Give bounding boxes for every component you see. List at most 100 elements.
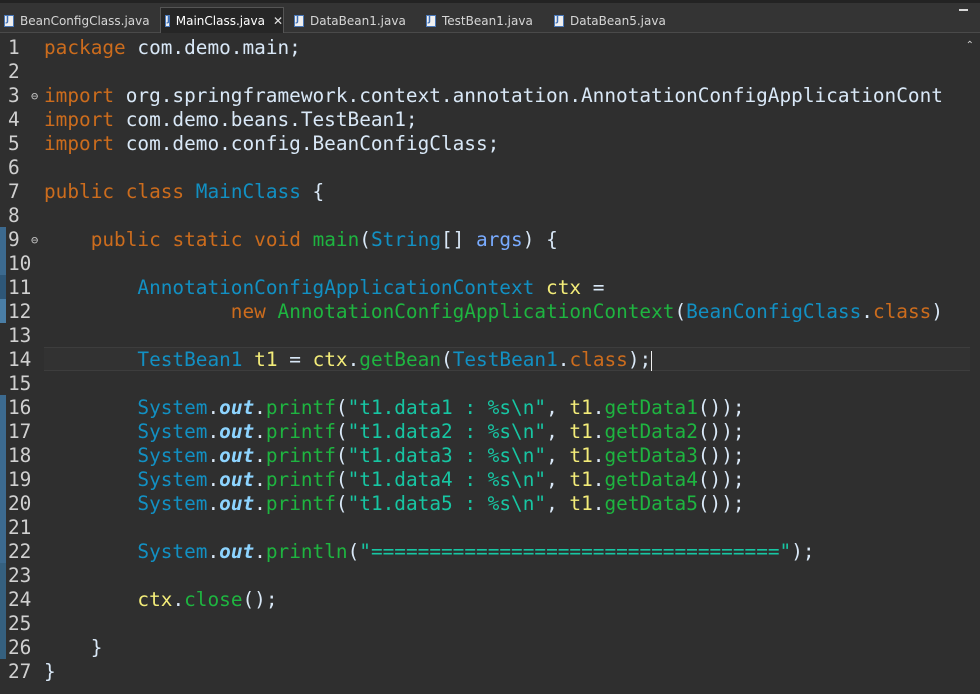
line-number: 20 — [8, 492, 32, 515]
code-text: System.out.printf("t1.data4 : %s\n", t1.… — [44, 468, 744, 492]
toolbar-strip — [0, 0, 980, 3]
line-number: 8 — [8, 204, 20, 227]
token-pl: . — [557, 348, 570, 371]
token-kw: public — [44, 180, 115, 203]
token-mth: getData5 — [604, 492, 698, 515]
line-number: 4 — [8, 108, 20, 131]
token-fld: out — [219, 540, 255, 563]
token-cls: System — [137, 444, 208, 467]
tab-mainclass[interactable]: J MainClass.java ✕ — [160, 7, 284, 33]
code-line[interactable]: 15 — [0, 372, 980, 396]
token-mth: printf — [265, 468, 336, 491]
code-line[interactable]: 21 — [0, 516, 980, 540]
token-cls: System — [137, 420, 208, 443]
code-line[interactable]: 19 System.out.printf("t1.data4 : %s\n", … — [0, 468, 980, 492]
fold-collapse-icon[interactable]: ⊖ — [31, 84, 41, 108]
code-line[interactable]: 13 — [0, 324, 980, 348]
token-fld: out — [219, 492, 255, 515]
code-line[interactable]: 18 System.out.printf("t1.data3 : %s\n", … — [0, 444, 980, 468]
code-text: package com.demo.main; — [44, 36, 301, 60]
token-cls: System — [137, 396, 208, 419]
line-number: 21 — [8, 516, 32, 539]
code-line[interactable]: 26 } — [0, 636, 980, 660]
token-pl: (); — [242, 588, 278, 611]
token-pl: ( — [335, 444, 348, 467]
tab-databean1[interactable]: J DataBean1.java — [292, 8, 422, 33]
token-pl: , — [546, 444, 570, 467]
code-line[interactable]: 16 System.out.printf("t1.data1 : %s\n", … — [0, 396, 980, 420]
code-line[interactable]: 6 — [0, 156, 980, 180]
token-pl: . — [254, 444, 266, 467]
minimize-icon[interactable] — [959, 9, 968, 11]
token-str: "t1.data5 : %s\n" — [347, 492, 547, 515]
line-number: 10 — [8, 252, 32, 275]
code-text: System.out.println("====================… — [44, 540, 814, 564]
line-number: 6 — [8, 156, 20, 179]
token-pl: . — [347, 348, 360, 371]
line-number: 17 — [8, 420, 32, 443]
line-number: 11 — [8, 276, 32, 299]
code-line[interactable]: 11 AnnotationConfigApplicationContext ct… — [0, 276, 980, 300]
code-line[interactable]: 1 package com.demo.main; — [0, 36, 980, 60]
line-number: 19 — [8, 468, 32, 491]
token-str: "t1.data2 : %s\n" — [347, 420, 547, 443]
code-line[interactable]: 3 ⊖ import org.springframework.context.ann… — [0, 84, 980, 108]
code-line[interactable]: 25 — [0, 612, 980, 636]
code-editor[interactable]: 1 package com.demo.main; 2 3 ⊖ import org.spr… — [0, 34, 980, 694]
token-pl: ()); — [697, 420, 745, 443]
token-pl: { — [300, 180, 325, 203]
code-line[interactable]: 23 — [0, 564, 980, 588]
tab-testbean1[interactable]: J TestBean1.java — [424, 8, 550, 33]
code-line[interactable]: 7 public class MainClass { — [0, 180, 980, 204]
code-line[interactable]: 17 System.out.printf("t1.data2 : %s\n", … — [0, 420, 980, 444]
java-file-icon: J — [294, 14, 304, 27]
tab-beanconfigclass[interactable]: J BeanConfigClass.java — [2, 8, 154, 33]
token-var: t1 — [569, 468, 593, 491]
tab-databean5[interactable]: J DataBean5.java — [552, 8, 682, 33]
token-mth: println — [265, 540, 348, 563]
code-line[interactable]: 22 System.out.println("=================… — [0, 540, 980, 564]
editor-tab-bar: J BeanConfigClass.java J MainClass.java … — [0, 0, 980, 33]
code-line[interactable]: 2 — [0, 60, 980, 84]
token-pl: ()); — [697, 396, 745, 419]
scroll-up-icon[interactable]: ⌃ — [966, 40, 974, 51]
tab-label: DataBean1.java — [310, 13, 406, 28]
token-pl: . — [207, 540, 220, 563]
token-pl: com.demo.main; — [125, 36, 301, 59]
token-pl: ( — [335, 492, 348, 515]
code-line[interactable]: 27} — [0, 660, 980, 684]
token-pl: com.demo.config.BeanConfigClass; — [114, 132, 500, 155]
code-line[interactable]: 9 ⊖ public static void main(String[] args… — [0, 228, 980, 252]
code-line[interactable]: 24 ctx.close(); — [0, 588, 980, 612]
token-cls: BeanConfigClass — [686, 300, 862, 323]
line-number: 2 — [8, 60, 20, 83]
code-line[interactable]: 12 new AnnotationConfigApplicationContex… — [0, 300, 980, 324]
fold-collapse-icon[interactable]: ⊖ — [31, 228, 41, 252]
close-icon[interactable]: ✕ — [273, 14, 283, 28]
token-mth: close — [184, 588, 243, 611]
token-pl: ); — [627, 348, 652, 371]
code-line[interactable]: 5 import com.demo.config.BeanConfigClass; — [0, 132, 980, 156]
code-text: System.out.printf("t1.data1 : %s\n", t1.… — [44, 396, 745, 420]
token-pl: [] — [441, 228, 477, 251]
code-line[interactable]: 8 — [0, 204, 980, 228]
java-file-icon: J — [426, 14, 436, 27]
token-cls: TestBean1 — [137, 348, 243, 371]
code-text: public static void main(String[] args) { — [44, 228, 558, 252]
token-pl: } — [44, 636, 103, 659]
token-pl: . — [172, 588, 185, 611]
token-pl: , — [546, 468, 570, 491]
code-line[interactable]: 10 — [0, 252, 980, 276]
code-line[interactable]: 20 System.out.printf("t1.data5 : %s\n", … — [0, 492, 980, 516]
code-line[interactable]: 4 import com.demo.beans.TestBean1; — [0, 108, 980, 132]
code-line[interactable]: 14 TestBean1 t1 = ctx.getBean(TestBean1.… — [0, 348, 980, 372]
token-mth: getData3 — [604, 444, 698, 467]
token-var: ctx — [546, 276, 582, 299]
